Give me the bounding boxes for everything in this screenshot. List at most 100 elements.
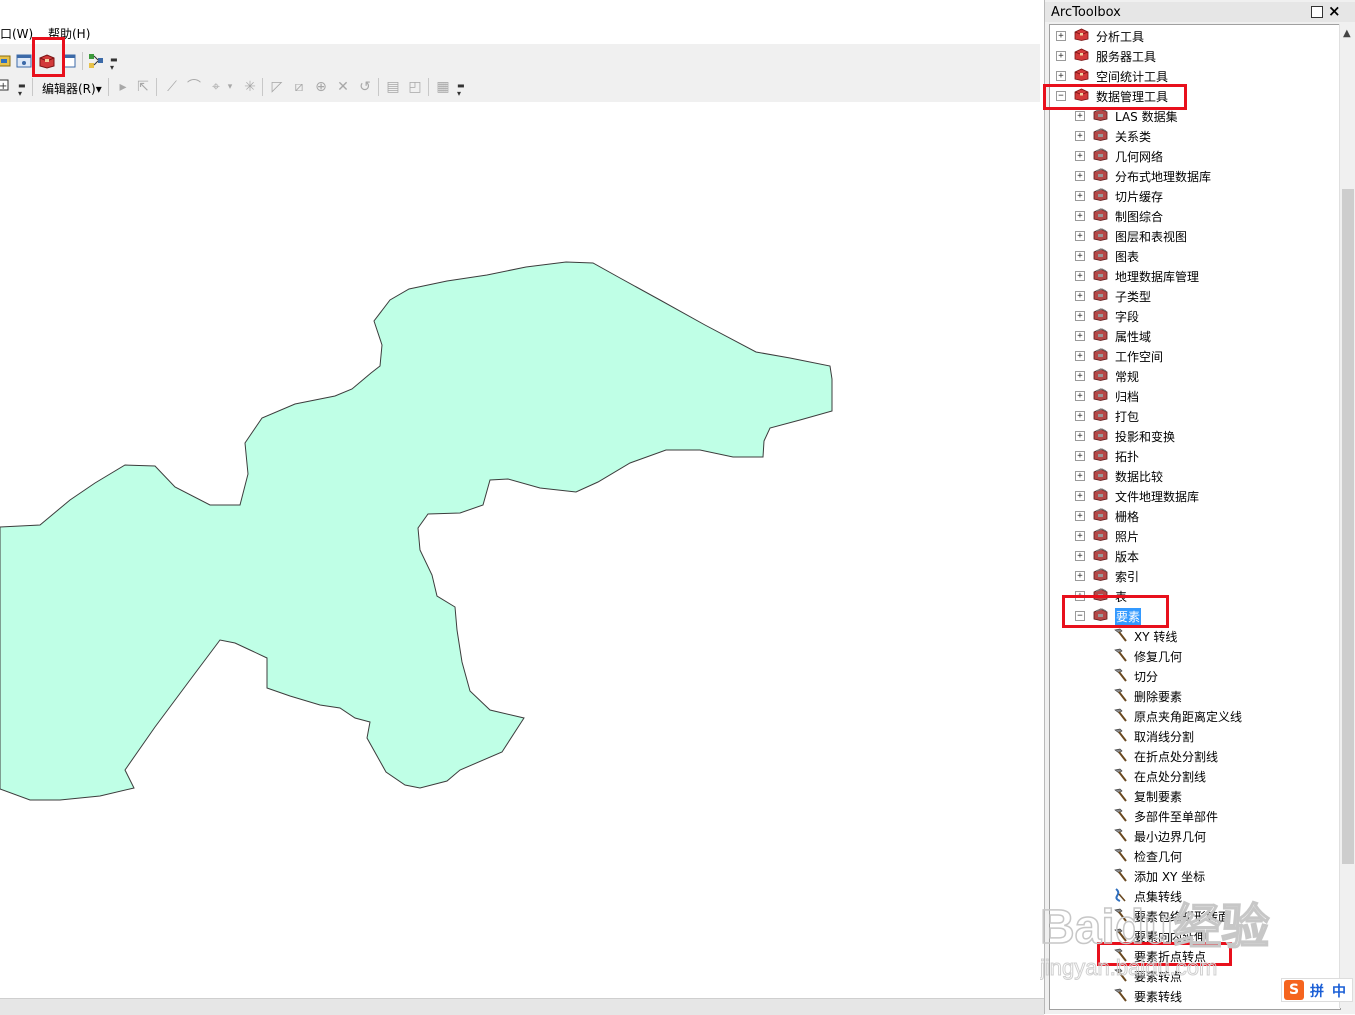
tool-node[interactable]: 复制要素 [1050, 786, 1340, 806]
toolset-node[interactable]: + 属性域 [1050, 326, 1340, 346]
tool-node[interactable]: 取消线分割 [1050, 726, 1340, 746]
expand-icon[interactable]: + [1056, 71, 1066, 81]
toolbar-options-icon[interactable]: ▬ ▾ [18, 82, 26, 98]
attributes-icon[interactable]: ▤ [384, 78, 402, 96]
expand-icon[interactable]: + [1075, 231, 1085, 241]
expand-icon[interactable]: + [1075, 371, 1085, 381]
toolset-node[interactable]: + 工作空间 [1050, 346, 1340, 366]
toolbar-options-icon[interactable]: ▬ ▾ [110, 56, 118, 72]
zoom-icon[interactable]: + [0, 78, 14, 96]
close-button[interactable]: × [1328, 3, 1341, 19]
expand-icon[interactable]: + [1075, 551, 1085, 561]
toolset-node[interactable]: + 归档 [1050, 386, 1340, 406]
toolset-node[interactable]: + 图层和表视图 [1050, 226, 1340, 246]
expand-icon[interactable]: + [1075, 391, 1085, 401]
expand-icon[interactable]: + [1075, 431, 1085, 441]
toolset-node[interactable]: + 投影和变换 [1050, 426, 1340, 446]
auto-hide-pin-icon[interactable] [1311, 6, 1323, 18]
tool-node[interactable]: 原点夹角距离定义线 [1050, 706, 1340, 726]
tool-node[interactable]: 在点处分割线 [1050, 766, 1340, 786]
tool-node[interactable]: 切分 [1050, 666, 1340, 686]
expand-icon[interactable]: + [1075, 451, 1085, 461]
toolset-node[interactable]: + 子类型 [1050, 286, 1340, 306]
add-data-icon[interactable] [0, 52, 14, 70]
tool-node[interactable]: 修复几何 [1050, 646, 1340, 666]
undo-icon[interactable]: ↺ [356, 78, 374, 96]
expand-icon[interactable]: + [1075, 151, 1085, 161]
expand-icon[interactable]: + [1075, 491, 1085, 501]
arc-segment-icon[interactable]: ⌒ [185, 78, 203, 96]
toolset-node[interactable]: + 拓扑 [1050, 446, 1340, 466]
editor-menu-button[interactable]: 编辑器(R)▾ [42, 80, 102, 97]
tool-node[interactable]: 多部件至单部件 [1050, 806, 1340, 826]
toolset-node[interactable]: + 版本 [1050, 546, 1340, 566]
toolset-node[interactable]: + 打包 [1050, 406, 1340, 426]
chevron-down-icon[interactable]: ▾ [225, 78, 235, 96]
sketch-properties-icon[interactable]: ◰ [406, 78, 424, 96]
expand-icon[interactable]: + [1056, 31, 1066, 41]
construction-tools-icon[interactable]: ⌖ [207, 78, 225, 96]
toolset-node[interactable]: + 地理数据库管理 [1050, 266, 1340, 286]
river-polygon[interactable] [0, 261, 833, 801]
scroll-up-arrow-icon[interactable]: ▲ [1343, 28, 1351, 39]
expand-icon[interactable]: + [1056, 51, 1066, 61]
toolset-node[interactable]: + 常规 [1050, 366, 1340, 386]
toolset-node[interactable]: + 栅格 [1050, 506, 1340, 526]
tool-node[interactable]: 检查几何 [1050, 846, 1340, 866]
rotate-tool-icon[interactable]: ✕ [334, 78, 352, 96]
toolset-node[interactable]: + 索引 [1050, 566, 1340, 586]
toolbox-tree[interactable]: + 分析工具 + 服务器工具 + 空间统计工具 − 数据管理工具 + LAS 数据集 + 关系类 + 几何… [1049, 24, 1341, 1010]
tree-scrollbar[interactable]: ▲ [1339, 24, 1355, 1008]
expand-icon[interactable]: + [1075, 291, 1085, 301]
expand-icon[interactable]: + [1075, 211, 1085, 221]
edit-annotation-icon[interactable]: ⇱ [134, 78, 152, 96]
expand-icon[interactable]: + [1075, 191, 1085, 201]
toolset-node[interactable]: + 切片缓存 [1050, 186, 1340, 206]
tool-node[interactable]: 添加 XY 坐标 [1050, 866, 1340, 886]
tool-node[interactable]: 点集转线 [1050, 886, 1340, 906]
expand-icon[interactable]: + [1075, 331, 1085, 341]
expand-icon[interactable]: + [1075, 411, 1085, 421]
midpoint-icon[interactable]: ✳ [241, 78, 259, 96]
scrollbar-thumb[interactable] [1342, 189, 1354, 864]
model-builder-icon[interactable] [87, 52, 105, 70]
toolbar-options-icon[interactable]: ▬ ▾ [457, 82, 465, 98]
toolset-node[interactable]: + 照片 [1050, 526, 1340, 546]
ime-language[interactable]: 中 [1332, 981, 1346, 1001]
straight-segment-icon[interactable]: ⟋ [163, 78, 181, 96]
map-view[interactable] [0, 102, 1040, 998]
ime-mode[interactable]: 拼 [1310, 981, 1324, 1001]
expand-icon[interactable]: + [1075, 271, 1085, 281]
cut-polygons-icon[interactable]: ⧄ [290, 78, 308, 96]
toolbox-node[interactable]: + 分析工具 [1050, 26, 1340, 46]
toolset-node[interactable]: + 文件地理数据库 [1050, 486, 1340, 506]
expand-icon[interactable]: + [1075, 531, 1085, 541]
expand-icon[interactable]: + [1075, 311, 1085, 321]
expand-icon[interactable]: + [1075, 471, 1085, 481]
toolset-node[interactable]: + 关系类 [1050, 126, 1340, 146]
expand-icon[interactable]: + [1075, 511, 1085, 521]
ime-status-bar[interactable]: S 拼 中 [1281, 978, 1353, 1002]
toolset-node[interactable]: + 图表 [1050, 246, 1340, 266]
toolbox-node[interactable]: + 服务器工具 [1050, 46, 1340, 66]
catalog-window-icon[interactable] [15, 52, 33, 70]
toolset-node[interactable]: + 字段 [1050, 306, 1340, 326]
toolset-node[interactable]: + 制图综合 [1050, 206, 1340, 226]
expand-icon[interactable]: + [1075, 111, 1085, 121]
reshape-feature-icon[interactable]: ◸ [268, 78, 286, 96]
expand-icon[interactable]: + [1075, 571, 1085, 581]
toolset-node[interactable]: + 几何网络 [1050, 146, 1340, 166]
expand-icon[interactable]: + [1075, 351, 1085, 361]
split-tool-icon[interactable]: ⊕ [312, 78, 330, 96]
tool-node[interactable]: 最小边界几何 [1050, 826, 1340, 846]
create-features-icon[interactable]: ▦ [434, 78, 452, 96]
tool-node[interactable]: XY 转线 [1050, 626, 1340, 646]
expand-icon[interactable]: + [1075, 251, 1085, 261]
tool-node[interactable]: 删除要素 [1050, 686, 1340, 706]
expand-icon[interactable]: + [1075, 131, 1085, 141]
toolset-node[interactable]: + 数据比较 [1050, 466, 1340, 486]
tool-node[interactable]: 在折点处分割线 [1050, 746, 1340, 766]
expand-icon[interactable]: + [1075, 171, 1085, 181]
toolset-node[interactable]: + 分布式地理数据库 [1050, 166, 1340, 186]
menu-window[interactable]: 口(W) [0, 25, 33, 42]
